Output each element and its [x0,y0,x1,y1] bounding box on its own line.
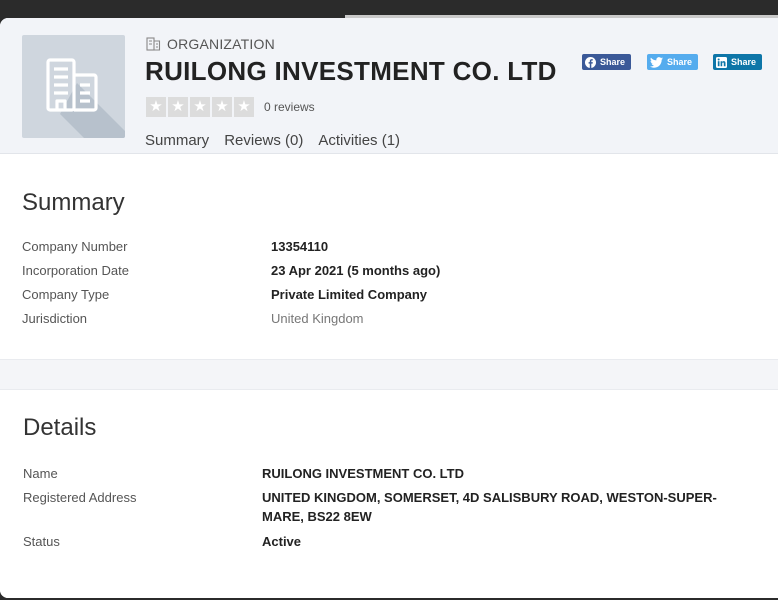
field-value: RUILONG INVESTMENT CO. LTD [262,466,464,481]
star-icon[interactable]: ★ [234,97,254,117]
page-title: RUILONG INVESTMENT CO. LTD [145,56,557,86]
summary-section: Summary Company Number 13354110 Incorpor… [0,154,778,359]
profile-header: ORGANIZATION RUILONG INVESTMENT CO. LTD … [0,18,778,154]
field-label: Status [23,534,60,549]
organization-card: ORGANIZATION RUILONG INVESTMENT CO. LTD … [0,18,778,598]
review-count: 0 reviews [264,100,315,114]
field-value: 23 Apr 2021 (5 months ago) [271,263,441,278]
building-small-icon [146,37,161,51]
field-label: Name [23,466,58,481]
field-label: Incorporation Date [22,263,129,278]
star-icon[interactable]: ★ [146,97,166,117]
linkedin-icon [716,56,727,68]
summary-title: Summary [22,189,125,216]
linkedin-share-label: Share [731,57,757,67]
field-label: Company Number [22,239,128,254]
tab-reviews[interactable]: Reviews (0) [224,132,303,149]
star-rating[interactable]: ★ ★ ★ ★ ★ [146,97,254,117]
twitter-share-button[interactable]: Share [647,54,699,70]
category-label: ORGANIZATION [146,35,275,53]
tab-summary[interactable]: Summary [145,132,209,149]
details-title: Details [23,414,97,441]
twitter-icon [650,56,663,68]
field-value: United Kingdom [271,311,364,326]
field-value-line-2: MARE, BS22 8EW [262,509,372,524]
tab-activities[interactable]: Activities (1) [318,132,400,149]
star-icon[interactable]: ★ [168,97,188,117]
window-top-strip [0,0,778,18]
field-value: Active [262,534,302,549]
section-divider [0,359,778,390]
field-value: 13354110 [271,239,329,254]
category-text: ORGANIZATION [167,36,275,52]
field-label: Jurisdiction [22,311,88,326]
star-icon[interactable]: ★ [212,97,232,117]
facebook-share-label: Share [600,57,626,67]
company-logo [22,35,125,138]
building-icon [46,58,125,138]
facebook-icon [585,56,596,68]
star-icon[interactable]: ★ [190,97,210,117]
field-label: Registered Address [23,490,137,505]
linkedin-share-button[interactable]: Share [713,54,763,70]
field-label: Company Type [22,287,110,302]
field-value-line-1: UNITED KINGDOM, SOMERSET, 4D SALISBURY R… [262,490,717,505]
details-section: Details Name RUILONG INVESTMENT CO. LTD … [0,390,778,598]
profile-tabs: Summary Reviews (0) Activities (1) [145,132,400,149]
twitter-share-label: Share [667,57,693,67]
facebook-share-button[interactable]: Share [582,54,632,70]
field-value: Private Limited Company [271,287,428,302]
